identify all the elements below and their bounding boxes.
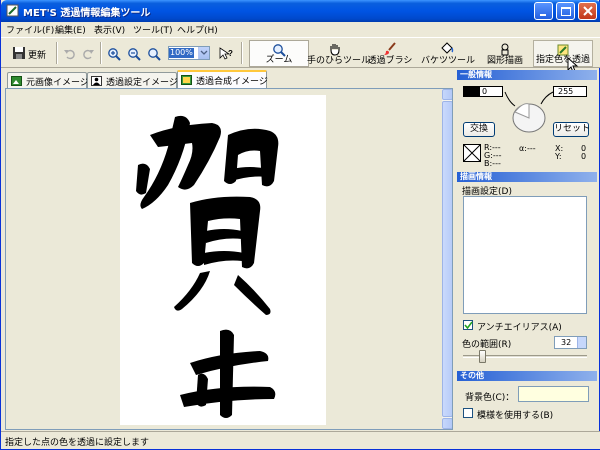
draw-section-title: 描画情報	[457, 172, 597, 182]
scroll-down-button[interactable]	[442, 418, 452, 429]
other-section-title: その他	[457, 371, 597, 381]
redo-icon[interactable]	[81, 47, 95, 61]
status-bar: 指定した点の色を透過に設定します	[1, 431, 600, 449]
tool-zoom-label: ズーム	[265, 55, 293, 65]
tool-bucket-label: バケツツール	[421, 56, 476, 66]
window-title: MET'S 透過情報編集ツール	[23, 8, 151, 19]
close-button[interactable]	[578, 2, 597, 20]
zoom-in-icon[interactable]	[107, 47, 121, 61]
menu-bar: ファイル(F) 編集(E) 表示(V) ツール(T) ヘルプ(H)	[1, 22, 600, 37]
antialias-checkbox[interactable]	[463, 320, 473, 330]
zoom-value: 100%	[169, 48, 194, 58]
general-section-title: 一般情報	[457, 70, 597, 80]
tool-pick-color-transparent[interactable]: 指定色を透過	[533, 40, 593, 67]
left-color-swatch[interactable]: 0	[463, 86, 503, 97]
color-range-value: 32	[561, 338, 572, 347]
tab-transparency-settings-label: 透過設定イメージ	[106, 78, 178, 88]
toolbar: 更新 100% ? ズーム 手のひらツール 透過ブラシ バケツツール 図形描画 …	[1, 37, 600, 73]
tool-hand-label: 手のひらツール	[307, 56, 371, 66]
tool-brush[interactable]: 透過ブラシ	[367, 40, 413, 67]
minimize-icon	[540, 14, 546, 16]
menu-edit[interactable]: 編集(E)	[55, 23, 86, 36]
save-button[interactable]: 更新	[6, 42, 52, 64]
view-tabs: 元画像イメージ 透過設定イメージ 透過合成イメージ	[1, 68, 457, 89]
tab-composite-image[interactable]: 透過合成イメージ	[177, 70, 268, 89]
tool-pick-color-label: 指定色を透過	[535, 55, 590, 65]
alpha-readout: α:---	[519, 144, 536, 153]
bg-color-label: 背景色(C)：	[465, 393, 515, 403]
right-color-swatch[interactable]: 255	[553, 86, 587, 97]
swap-button[interactable]: 交換	[463, 122, 495, 137]
scroll-up-button[interactable]	[442, 89, 452, 100]
bg-color-swatch[interactable]	[518, 386, 589, 402]
minimize-button[interactable]	[534, 2, 553, 20]
mouse-icon	[504, 91, 554, 133]
tool-zoom[interactable]: ズーム	[249, 40, 309, 67]
maximize-icon	[561, 7, 571, 16]
zoom-select[interactable]: 100%	[168, 46, 210, 60]
tab-transparency-settings[interactable]: 透過設定イメージ	[87, 72, 178, 88]
y-label: Y:	[555, 152, 562, 161]
color-range-slider-thumb[interactable]	[479, 350, 486, 363]
undo-icon[interactable]	[63, 47, 77, 61]
toolbar-separator	[241, 42, 243, 64]
antialias-label: アンチエイリアス(A)	[477, 323, 562, 333]
tab-original-image-label: 元画像イメージ	[26, 78, 89, 88]
left-color-value: 0	[480, 87, 502, 96]
save-label: 更新	[28, 51, 47, 61]
menu-view[interactable]: 表示(V)	[94, 23, 125, 36]
tab-composite-image-label: 透過合成イメージ	[196, 77, 268, 87]
close-icon	[583, 6, 593, 16]
right-color-value: 255	[558, 87, 574, 96]
color-range-spinner[interactable]: 32	[554, 336, 587, 349]
toolbar-separator	[100, 42, 102, 64]
svg-text:?: ?	[228, 49, 233, 58]
person-icon	[91, 76, 102, 86]
chevron-down-icon[interactable]	[198, 47, 209, 59]
maximize-button[interactable]	[556, 2, 575, 20]
menu-file[interactable]: ファイル(F)	[6, 23, 54, 36]
toolbar-separator	[56, 42, 58, 64]
properties-panel: 一般情報 0 255 交換 リセット R:--- G:--- B:--- α:-…	[457, 68, 597, 430]
scroll-thumb[interactable]	[442, 101, 452, 417]
menu-help[interactable]: ヘルプ(H)	[177, 23, 218, 36]
help-pointer-icon[interactable]: ?	[219, 47, 233, 61]
tab-original-image[interactable]: 元画像イメージ	[7, 72, 89, 88]
calligraphy-artwork	[136, 115, 279, 418]
status-text: 指定した点の色を透過に設定します	[5, 438, 150, 448]
tool-hand[interactable]: 手のひらツール	[307, 40, 371, 67]
tool-bucket[interactable]: バケツツール	[421, 40, 476, 67]
checkmark-icon	[464, 321, 473, 330]
menu-tools[interactable]: ツール(T)	[133, 23, 173, 36]
zoom-reset-icon[interactable]	[147, 47, 161, 61]
zoom-out-icon[interactable]	[127, 47, 141, 61]
y-value: 0	[581, 152, 587, 161]
pattern-label: 模様を使用する(B)	[477, 411, 554, 421]
reset-button[interactable]: リセット	[553, 122, 590, 137]
rgb-readout: R:--- G:--- B:---	[484, 143, 502, 168]
color-range-label: 色の範囲(R)	[462, 340, 512, 350]
composite-icon	[181, 75, 192, 85]
calligraphy-image	[120, 95, 326, 425]
app-window: MET'S 透過情報編集ツール ファイル(F) 編集(E) 表示(V) ツール(…	[0, 0, 600, 450]
image-canvas[interactable]	[5, 88, 453, 430]
draw-setting-list[interactable]	[463, 196, 587, 314]
tool-shape-label: 図形描画	[486, 56, 523, 66]
app-icon	[6, 4, 19, 17]
tool-shape[interactable]: 図形描画	[483, 40, 527, 67]
image-icon	[11, 76, 22, 86]
spinner-arrows-icon[interactable]	[577, 337, 586, 348]
vertical-scrollbar[interactable]	[442, 89, 452, 429]
title-bar[interactable]: MET'S 透過情報編集ツール	[1, 0, 600, 22]
transparent-color-icon	[463, 144, 481, 162]
tool-brush-label: 透過ブラシ	[367, 56, 413, 66]
save-icon	[13, 47, 25, 59]
pattern-checkbox[interactable]	[463, 408, 473, 418]
